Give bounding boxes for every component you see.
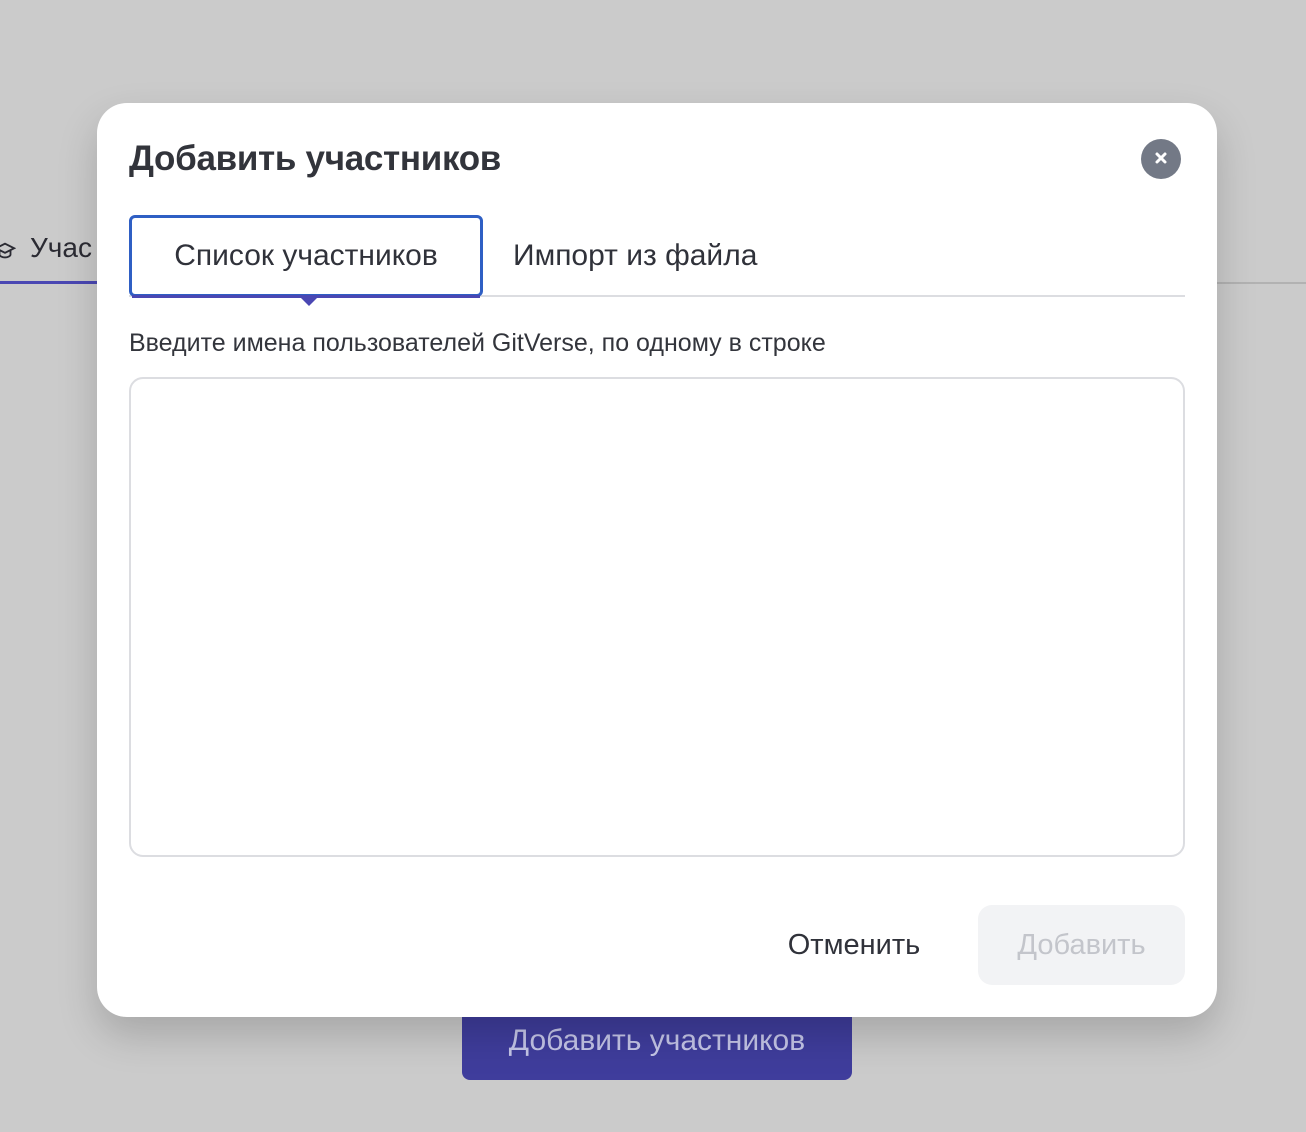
close-icon	[1154, 151, 1168, 168]
background-tab-label: Учас	[30, 231, 92, 263]
tab-import-file-label: Импорт из файла	[513, 239, 758, 272]
tab-members-list[interactable]: Список участников	[129, 215, 483, 306]
usernames-field-label: Введите имена пользователей GitVerse, по…	[129, 329, 826, 357]
usernames-textarea[interactable]	[129, 377, 1185, 857]
tab-import-file[interactable]: Импорт из файла	[513, 215, 769, 297]
add-button[interactable]: Добавить	[978, 905, 1185, 985]
tab-members-list-label: Список участников	[174, 239, 438, 272]
active-tab-indicator	[300, 297, 318, 306]
modal-title: Добавить участников	[129, 139, 502, 178]
modal-tabs: Список участников Импорт из файла	[129, 215, 1185, 306]
add-members-modal: Добавить участников Список участников Им…	[97, 103, 1217, 1017]
graduation-cap-icon	[0, 237, 17, 259]
cancel-button[interactable]: Отменить	[761, 905, 947, 985]
close-button[interactable]	[1141, 139, 1181, 179]
